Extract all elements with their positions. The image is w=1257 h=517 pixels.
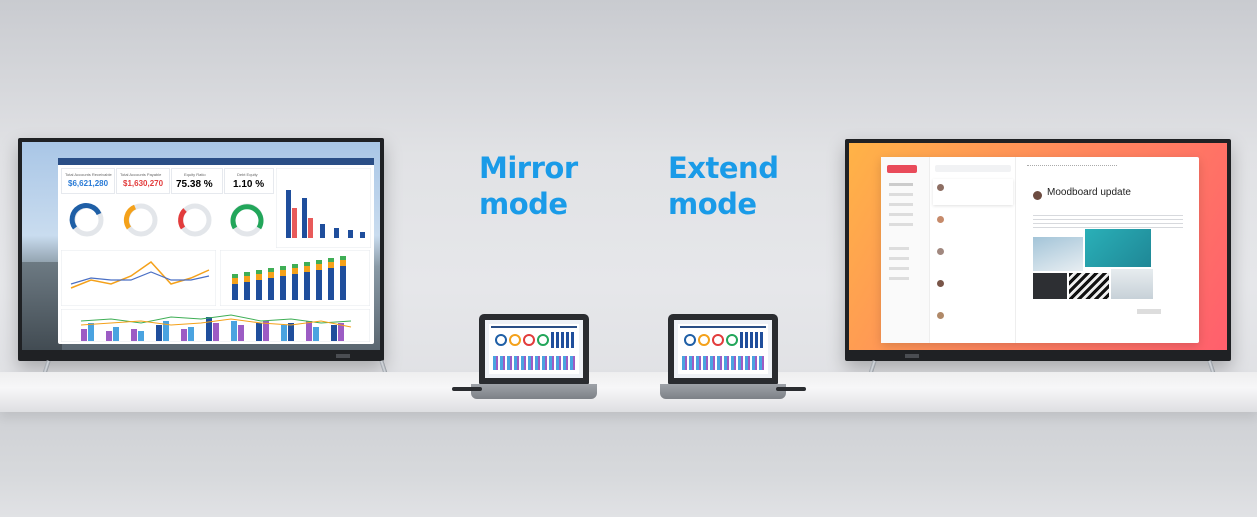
email-subject: Moodboard update bbox=[1047, 187, 1131, 198]
mini-gauge bbox=[712, 334, 724, 346]
sidebar-item[interactable] bbox=[889, 203, 913, 206]
laptop-base bbox=[660, 384, 786, 399]
mini-gauge bbox=[495, 334, 507, 346]
hdmi-cable bbox=[776, 387, 806, 391]
sidebar-item[interactable] bbox=[889, 257, 909, 260]
kpi-label: Total Accounts Payable bbox=[120, 172, 162, 177]
sidebar-item[interactable] bbox=[889, 247, 909, 250]
kpi-value: 1.10 % bbox=[233, 179, 265, 190]
combo-chart-bottom bbox=[61, 309, 370, 342]
tv-brand-badge bbox=[905, 354, 919, 358]
image-thumbnail bbox=[1085, 229, 1151, 267]
landscape-bg bbox=[22, 262, 62, 350]
kpi-card: Total Accounts Payable $1,630,270 bbox=[116, 168, 170, 194]
mini-gauge bbox=[523, 334, 535, 346]
kpi-card: Debt Equity 1.10 % bbox=[224, 168, 274, 194]
right-tv: Moodboard update bbox=[845, 139, 1231, 361]
kpi-value: 75.38 % bbox=[176, 179, 213, 190]
avatar bbox=[1033, 191, 1042, 200]
mini-gauge bbox=[684, 334, 696, 346]
stacked-bar-chart bbox=[220, 250, 370, 306]
extend-label-line: mode bbox=[668, 187, 757, 221]
mini-gauge bbox=[509, 334, 521, 346]
mini-bars bbox=[682, 356, 764, 370]
sidebar-item[interactable] bbox=[889, 183, 913, 186]
mini-titlebar bbox=[491, 326, 577, 328]
bar-chart-top bbox=[276, 168, 371, 248]
email-sidebar bbox=[881, 157, 930, 343]
compose-button[interactable] bbox=[887, 165, 917, 173]
dashboard-window: Total Accounts Receivable $6,621,280 Tot… bbox=[58, 158, 374, 344]
avatar bbox=[937, 280, 944, 287]
kpi-value: $1,630,270 bbox=[123, 179, 164, 188]
image-thumbnail bbox=[1111, 269, 1153, 299]
image-thumbnail bbox=[1033, 237, 1083, 271]
left-tv-screen: Total Accounts Receivable $6,621,280 Tot… bbox=[22, 142, 380, 350]
sidebar-item[interactable] bbox=[889, 277, 909, 280]
message-item[interactable] bbox=[933, 243, 1013, 269]
toolbar-icons bbox=[1027, 165, 1117, 171]
sidebar-item[interactable] bbox=[889, 193, 913, 196]
mini-titlebar bbox=[680, 326, 766, 328]
mini-gauge bbox=[726, 334, 738, 346]
message-item[interactable] bbox=[933, 211, 1013, 237]
download-button[interactable] bbox=[1137, 309, 1161, 314]
hdmi-cable bbox=[452, 387, 482, 391]
gauges-row bbox=[69, 203, 264, 237]
avatar bbox=[937, 248, 944, 255]
kpi-card: Total Accounts Receivable $6,621,280 bbox=[61, 168, 115, 194]
image-thumbnail bbox=[1069, 273, 1109, 299]
laptop-lid bbox=[668, 314, 778, 384]
kpi-value: $6,621,280 bbox=[68, 179, 109, 188]
mini-gauge bbox=[537, 334, 549, 346]
extend-mode-label: Extend mode bbox=[668, 150, 779, 222]
wall-below-shelf bbox=[0, 412, 1257, 517]
mini-dashboard bbox=[489, 324, 579, 374]
message-item[interactable] bbox=[933, 179, 1013, 205]
message-list bbox=[931, 157, 1016, 343]
kpi-label: Debt Equity bbox=[237, 172, 258, 177]
mirror-label-line: mode bbox=[479, 187, 568, 221]
gauge bbox=[69, 203, 104, 237]
message-item[interactable] bbox=[933, 275, 1013, 301]
image-thumbnail bbox=[1033, 273, 1067, 299]
extend-label-line: Extend bbox=[668, 151, 779, 185]
email-body-text bbox=[1033, 215, 1183, 229]
laptop-base bbox=[471, 384, 597, 399]
avatar bbox=[937, 312, 944, 319]
dashboard-titlebar bbox=[58, 158, 374, 165]
sidebar-item[interactable] bbox=[889, 267, 909, 270]
right-tv-screen: Moodboard update bbox=[849, 143, 1227, 350]
sidebar-item[interactable] bbox=[889, 213, 913, 216]
mini-bars bbox=[740, 332, 764, 348]
kpi-label: Equity Ratio bbox=[184, 172, 206, 177]
mini-bars bbox=[493, 356, 575, 370]
message-item[interactable] bbox=[933, 307, 1013, 333]
mini-bars bbox=[551, 332, 575, 348]
reading-pane: Moodboard update bbox=[1019, 157, 1199, 343]
gauge bbox=[123, 203, 158, 237]
mirror-label-line: Mirror bbox=[479, 151, 578, 185]
kpi-label: Total Accounts Receivable bbox=[65, 172, 112, 177]
kpi-card: Equity Ratio 75.38 % bbox=[171, 168, 223, 194]
sidebar-item[interactable] bbox=[889, 223, 913, 226]
avatar bbox=[937, 184, 944, 191]
mini-gauge bbox=[698, 334, 710, 346]
line-chart bbox=[61, 250, 216, 306]
avatar bbox=[937, 216, 944, 223]
email-app-window: Moodboard update bbox=[881, 157, 1199, 343]
left-tv: Total Accounts Receivable $6,621,280 Tot… bbox=[18, 138, 384, 361]
shelf bbox=[0, 372, 1257, 412]
laptop-lid bbox=[479, 314, 589, 384]
mini-dashboard bbox=[678, 324, 768, 374]
laptop-screen bbox=[674, 320, 772, 378]
mirror-mode-label: Mirror mode bbox=[479, 150, 578, 222]
tv-brand-badge bbox=[336, 354, 350, 358]
gauge bbox=[178, 203, 212, 237]
search-input[interactable] bbox=[935, 165, 1011, 172]
laptop-screen bbox=[485, 320, 583, 378]
gauge bbox=[230, 203, 264, 237]
